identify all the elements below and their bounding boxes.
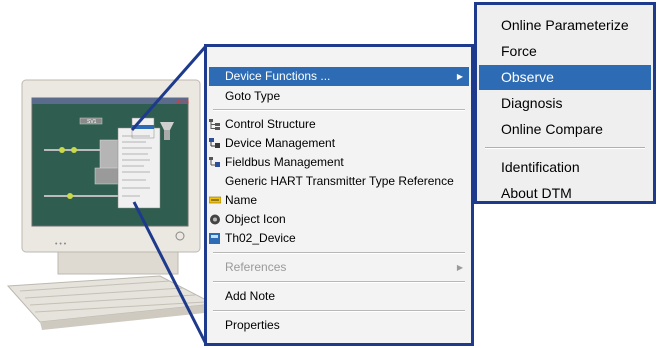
menu-item-label: Object Icon (225, 212, 286, 226)
menu-item-properties[interactable]: Properties (209, 316, 469, 335)
control-structure-icon (209, 119, 220, 130)
menu-item-object-icon[interactable]: Object Icon (209, 210, 469, 229)
menu-item-control-structure[interactable]: Control Structure (209, 115, 469, 134)
menu-item-label: Goto Type (225, 89, 281, 103)
menu-item-label: Name (225, 193, 258, 207)
menu-item-label: Fieldbus Management (225, 155, 344, 169)
menu-item-label: Device Functions ... (225, 69, 331, 83)
context-menu: Device Functions ... ▶ Goto Type Control… (204, 44, 474, 346)
submenu-item-online-parameterize[interactable]: Online Parameterize (479, 13, 651, 38)
menu-item-generic-hart[interactable]: Generic HART Transmitter Type Reference (209, 172, 469, 191)
screen-label: SV1 (87, 119, 97, 125)
menu-item-th02-device[interactable]: Th02_Device (209, 229, 469, 248)
menu-item-label: Properties (225, 318, 280, 332)
menu-item-label: References (225, 260, 287, 274)
menu-item-device-management[interactable]: Device Management (209, 134, 469, 153)
submenu-item-diagnosis[interactable]: Diagnosis (479, 91, 651, 116)
submenu-item-label: Observe (501, 69, 554, 85)
keyboard (6, 275, 216, 330)
device-icon (209, 233, 220, 244)
menu-separator (213, 310, 465, 312)
screen-brand-label: ABB (176, 100, 190, 106)
menu-item-device-functions[interactable]: Device Functions ... ▶ (209, 67, 469, 86)
submenu-item-label: Online Compare (501, 121, 603, 137)
submenu-item-online-compare[interactable]: Online Compare (479, 117, 651, 142)
menu-item-label: Device Management (225, 136, 336, 150)
submenu-item-label: Online Parameterize (501, 17, 629, 33)
device-functions-submenu: Online Parameterize Force Observe Diagno… (474, 2, 656, 204)
device-management-icon (209, 138, 220, 148)
submenu-item-label: Identification (501, 159, 580, 175)
menu-item-label: Control Structure (225, 117, 316, 131)
menu-separator (213, 252, 465, 254)
monitor: ABB SV1 • • • (21, 79, 201, 275)
submenu-item-label: About DTM (501, 185, 572, 201)
submenu-item-label: Force (501, 43, 537, 59)
submenu-item-identification[interactable]: Identification (479, 155, 651, 180)
submenu-item-observe[interactable]: Observe (479, 65, 651, 90)
menu-separator (213, 281, 465, 283)
submenu-arrow-icon: ▶ (456, 72, 463, 81)
menu-item-references: References ▶ (209, 258, 469, 277)
submenu-separator (485, 147, 645, 149)
submenu-item-about-dtm[interactable]: About DTM (479, 181, 651, 206)
menu-item-name[interactable]: Name (209, 191, 469, 210)
menu-item-goto-type[interactable]: Goto Type (209, 87, 469, 106)
submenu-item-force[interactable]: Force (479, 39, 651, 64)
fieldbus-management-icon (209, 157, 220, 167)
menu-item-label: Add Note (225, 289, 276, 303)
menu-separator (213, 109, 465, 111)
object-icon (210, 214, 220, 225)
name-icon (209, 196, 221, 204)
submenu-arrow-icon: ▶ (456, 263, 463, 272)
menu-item-fieldbus-management[interactable]: Fieldbus Management (209, 153, 469, 172)
menu-item-label: Generic HART Transmitter Type Reference (225, 174, 454, 188)
svg-text:• • •: • • • (55, 241, 67, 248)
menu-item-label: Th02_Device (225, 231, 296, 245)
submenu-item-label: Diagnosis (501, 95, 563, 111)
menu-item-add-note[interactable]: Add Note (209, 287, 469, 306)
